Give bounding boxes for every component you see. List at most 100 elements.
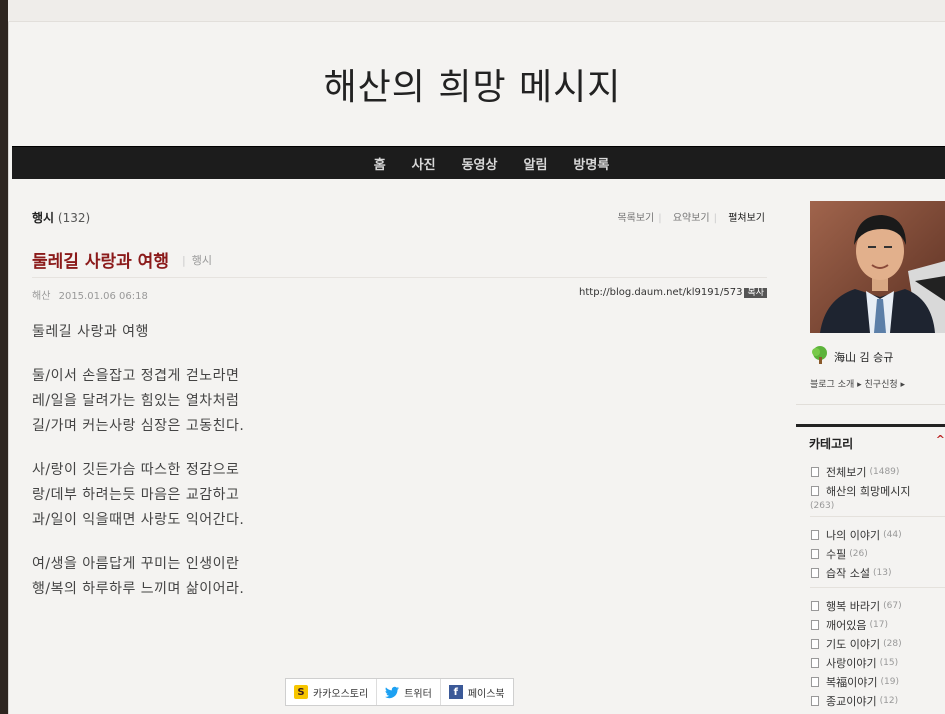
poem-line: 과/일이 익을때면 사랑도 익어간다. bbox=[32, 512, 245, 528]
view-expanded-button[interactable]: 펼쳐보기 bbox=[728, 213, 765, 224]
category-label: 행복 바라기 bbox=[826, 600, 881, 613]
share-twitter-label: 트위터 bbox=[404, 688, 432, 700]
document-icon bbox=[811, 486, 819, 496]
category-label: 깨어있음 bbox=[826, 619, 867, 632]
poem-line: 사/랑이 깃든가슴 따스한 정감으로 bbox=[32, 462, 240, 478]
poem-line: 랑/데부 하려는듯 마음은 교감하고 bbox=[32, 487, 240, 503]
friend-request-link[interactable]: 친구신청 bbox=[865, 380, 898, 390]
category-count: (67) bbox=[883, 601, 902, 611]
post-datetime: 2015.01.06 06:18 bbox=[58, 291, 148, 302]
poem-heading: 둘레길 사랑과 여행 bbox=[32, 324, 149, 340]
view-list-button[interactable]: 목록보기 bbox=[617, 213, 654, 224]
share-kakaostory-button[interactable]: S 카카오스토리 bbox=[286, 679, 378, 705]
category-item[interactable]: 습작 소설 (13) bbox=[810, 564, 945, 583]
category-item[interactable]: 사랑이야기 (15) bbox=[810, 654, 945, 673]
category-header-label: 카테고리 bbox=[809, 437, 854, 451]
category-label: 종교이야기 bbox=[826, 695, 877, 708]
profile-photo[interactable] bbox=[810, 201, 945, 333]
blog-intro-link[interactable]: 블로그 소개 bbox=[810, 380, 854, 390]
profile-name-text[interactable]: 海山 김 승규 bbox=[834, 349, 893, 365]
current-category-name[interactable]: 행시 bbox=[32, 211, 54, 225]
title-divider bbox=[32, 277, 767, 278]
share-facebook-label: 페이스북 bbox=[467, 688, 505, 700]
document-icon bbox=[811, 467, 819, 477]
divider: | bbox=[658, 213, 662, 224]
category-count: (28) bbox=[883, 639, 902, 649]
document-icon bbox=[811, 549, 819, 559]
blog-title[interactable]: 해산의 희망 메시지 bbox=[0, 58, 945, 110]
category-item[interactable]: 해산의 희망메시지 (263) bbox=[810, 482, 945, 512]
category-item[interactable]: 전체보기 (1489) bbox=[810, 463, 945, 482]
category-label: 사랑이야기 bbox=[826, 657, 877, 670]
view-summary-button[interactable]: 요약보기 bbox=[673, 213, 710, 224]
nav-item-guestbook[interactable]: 방명록 bbox=[560, 154, 622, 173]
nav-item-home[interactable]: 홈 bbox=[361, 154, 399, 173]
category-item[interactable]: 복福이야기 (19) bbox=[810, 673, 945, 692]
category-count: (26) bbox=[849, 549, 868, 559]
category-label: 해산의 희망메시지 bbox=[826, 485, 911, 498]
divider: | bbox=[182, 254, 186, 267]
post-author[interactable]: 해산 bbox=[32, 291, 50, 302]
poem-stanza: 둘/이서 손을잡고 정겹게 걷노라면 레/일을 달려가는 힘있는 열차처럼 길/… bbox=[32, 364, 732, 439]
nav-item-videos[interactable]: 동영상 bbox=[449, 154, 511, 173]
post-category: | 행시 bbox=[182, 252, 212, 268]
share-twitter-button[interactable]: 트위터 bbox=[377, 679, 441, 705]
document-icon bbox=[811, 677, 819, 687]
category-item[interactable]: 수필 (26) bbox=[810, 545, 945, 564]
document-icon bbox=[811, 620, 819, 630]
arrow-right-icon: ▸ bbox=[854, 380, 865, 390]
category-label: 습작 소설 bbox=[826, 567, 870, 580]
twitter-icon bbox=[385, 685, 400, 699]
current-category: 행시 (132) bbox=[32, 209, 90, 226]
post-body: 둘레길 사랑과 여행 둘/이서 손을잡고 정겹게 걷노라면 레/일을 달려가는 … bbox=[32, 320, 732, 621]
share-bar: S 카카오스토리 트위터 f 페이스북 bbox=[285, 678, 514, 706]
facebook-icon: f bbox=[448, 685, 463, 699]
category-count: (44) bbox=[883, 530, 902, 540]
post-url: http://blog.daum.net/kl9191/573 복사 bbox=[579, 285, 767, 298]
sidebar-divider bbox=[796, 404, 945, 405]
category-group: 나의 이야기 (44) 수필 (26) 습작 소설 (13) bbox=[810, 526, 945, 588]
category-count: (263) bbox=[810, 501, 835, 511]
category-item[interactable]: 종교이야기 (12) bbox=[810, 692, 945, 711]
nav-item-notice[interactable]: 알림 bbox=[510, 154, 560, 173]
share-kakaostory-label: 카카오스토리 bbox=[313, 688, 369, 700]
category-item[interactable]: 깨어있음 (17) bbox=[810, 616, 945, 635]
category-label: 수필 bbox=[826, 548, 847, 561]
copy-url-button[interactable]: 복사 bbox=[744, 288, 767, 298]
category-label: 기도 이야기 bbox=[826, 638, 881, 651]
nav-item-photos[interactable]: 사진 bbox=[399, 154, 449, 173]
category-count: (13) bbox=[872, 568, 892, 578]
poem-line: 길/가며 커는사랑 심장은 고동친다. bbox=[32, 418, 245, 434]
divider: | bbox=[713, 213, 717, 224]
view-mode-switch: 목록보기 | 요약보기 | 펼쳐보기 bbox=[609, 209, 765, 224]
post-meta: 해산 2015.01.06 06:18 bbox=[32, 287, 148, 302]
document-icon bbox=[811, 696, 819, 706]
category-group: 전체보기 (1489) 해산의 희망메시지 (263) bbox=[810, 463, 945, 517]
profile-links: 블로그 소개 ▸ 친구신청 ▸ bbox=[810, 377, 905, 390]
category-label: 나의 이야기 bbox=[826, 529, 881, 542]
category-group: 행복 바라기 (67) 깨어있음 (17) 기도 이야기 (28) 사랑이야기 … bbox=[810, 597, 945, 714]
share-facebook-button[interactable]: f 페이스북 bbox=[441, 679, 513, 705]
category-list: 전체보기 (1489) 해산의 희망메시지 (263) 나의 이야기 (44) … bbox=[810, 463, 945, 714]
category-count: (1489) bbox=[869, 467, 900, 477]
category-item[interactable]: 나의 이야기 (44) bbox=[810, 526, 945, 545]
post-category-link[interactable]: 행시 bbox=[192, 254, 212, 267]
top-navigation: 홈 사진 동영상 알림 방명록 bbox=[12, 146, 945, 179]
arrow-right-icon: ▸ bbox=[897, 380, 906, 390]
document-icon bbox=[811, 568, 819, 578]
current-category-count: (132) bbox=[57, 211, 91, 225]
category-count: (17) bbox=[869, 620, 888, 630]
document-icon bbox=[811, 530, 819, 540]
poem-line: 레/일을 달려가는 힘있는 열차처럼 bbox=[32, 393, 240, 409]
collapse-caret-icon[interactable]: ^ bbox=[936, 433, 945, 446]
tree-icon bbox=[810, 346, 830, 367]
document-icon bbox=[811, 658, 819, 668]
kakaostory-icon: S bbox=[294, 685, 308, 699]
post-title[interactable]: 둘레길 사랑과 여행 bbox=[32, 247, 169, 272]
category-count: (19) bbox=[880, 677, 899, 687]
document-icon bbox=[811, 639, 819, 649]
post-url-text[interactable]: http://blog.daum.net/kl9191/573 bbox=[579, 287, 742, 298]
category-item[interactable]: 행복 바라기 (67) bbox=[810, 597, 945, 616]
poem-line: 여/생을 아름답게 꾸미는 인생이란 bbox=[32, 556, 240, 572]
category-item[interactable]: 기도 이야기 (28) bbox=[810, 635, 945, 654]
